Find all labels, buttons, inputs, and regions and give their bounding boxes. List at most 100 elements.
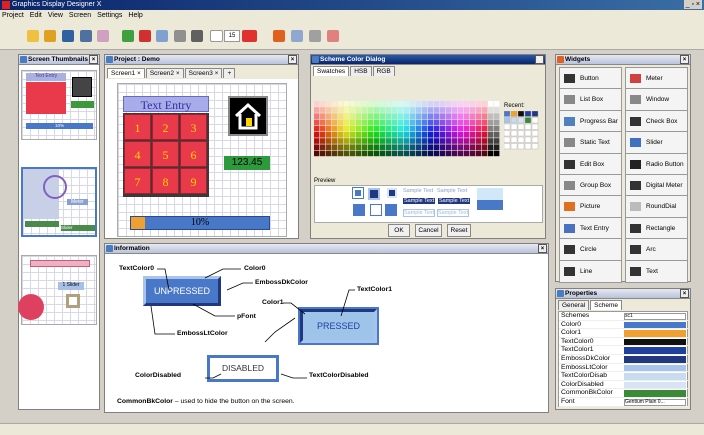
color-swatch[interactable]: [380, 119, 386, 126]
color-swatch[interactable]: [440, 150, 446, 157]
color-swatch[interactable]: [320, 144, 326, 150]
color-swatch[interactable]: [380, 138, 386, 144]
color-swatch[interactable]: [482, 107, 488, 113]
new-project-icon[interactable]: [27, 30, 39, 42]
color-swatch[interactable]: [476, 125, 482, 132]
color-swatch[interactable]: [446, 107, 452, 113]
color-swatch[interactable]: [464, 132, 470, 138]
value-display[interactable]: 123.45: [224, 156, 270, 170]
color-swatch[interactable]: [356, 119, 362, 126]
color-swatch[interactable]: [476, 101, 482, 107]
add-screen-icon[interactable]: [122, 30, 134, 42]
color-swatch[interactable]: [374, 101, 380, 107]
color-swatch[interactable]: [476, 107, 482, 113]
color-swatch[interactable]: [344, 132, 350, 138]
color-swatch[interactable]: [494, 144, 500, 150]
color-swatch[interactable]: [476, 144, 482, 150]
property-color-swatch[interactable]: [624, 364, 686, 372]
color-swatch[interactable]: [350, 119, 356, 126]
color-swatch[interactable]: [452, 107, 458, 113]
color-swatch[interactable]: [470, 113, 476, 119]
color-swatch[interactable]: [356, 125, 362, 132]
color-swatch[interactable]: [398, 107, 404, 113]
delete-icon[interactable]: [327, 30, 339, 42]
tab-scheme[interactable]: Scheme: [590, 300, 622, 310]
ok-button[interactable]: OK: [388, 224, 410, 237]
color-swatch[interactable]: [344, 144, 350, 150]
color-swatch[interactable]: [476, 119, 482, 126]
color-swatch[interactable]: [416, 144, 422, 150]
close-icon[interactable]: ×: [288, 55, 297, 64]
color-swatch[interactable]: [362, 125, 368, 132]
copy-screen-icon[interactable]: [156, 30, 168, 42]
thumbnail-screen3[interactable]: 1 Slider: [18, 255, 97, 325]
color-swatch[interactable]: [416, 119, 422, 126]
color-swatch[interactable]: [398, 101, 404, 107]
widget-picture-button[interactable]: Picture: [559, 195, 622, 219]
widget-button-button[interactable]: Button: [559, 67, 622, 90]
widget-window-button[interactable]: Window: [625, 88, 688, 112]
color-swatch[interactable]: [338, 107, 344, 113]
color-swatch[interactable]: [410, 113, 416, 119]
color-swatch[interactable]: [404, 119, 410, 126]
color-swatch[interactable]: [422, 144, 428, 150]
paste-icon[interactable]: [309, 30, 321, 42]
color-swatch[interactable]: [404, 138, 410, 144]
recent-color-swatch[interactable]: [517, 130, 525, 137]
widget-line-button[interactable]: Line: [559, 259, 622, 283]
menu-view[interactable]: View: [48, 12, 63, 19]
color-swatch[interactable]: [320, 107, 326, 113]
save-as-icon[interactable]: [80, 30, 92, 42]
color-swatch[interactable]: [374, 138, 380, 144]
color-swatch[interactable]: [470, 150, 476, 157]
color-swatch[interactable]: [338, 125, 344, 132]
color-swatch[interactable]: [392, 125, 398, 132]
color-swatch[interactable]: [362, 113, 368, 119]
color-swatch[interactable]: [446, 150, 452, 157]
color-swatch[interactable]: [428, 138, 434, 144]
color-swatch[interactable]: [392, 132, 398, 138]
color-swatch[interactable]: [344, 107, 350, 113]
color-swatch[interactable]: [368, 150, 374, 157]
color-swatch[interactable]: [326, 113, 332, 119]
color-swatch[interactable]: [344, 125, 350, 132]
recent-color-swatch[interactable]: [510, 136, 518, 143]
color-swatch[interactable]: [398, 138, 404, 144]
close-icon[interactable]: ×: [680, 289, 689, 298]
color-swatch[interactable]: [398, 144, 404, 150]
recent-color-swatch[interactable]: [531, 143, 539, 150]
color-swatch[interactable]: [428, 125, 434, 132]
color-swatch[interactable]: [338, 113, 344, 119]
recent-color-swatch[interactable]: [510, 111, 518, 117]
key-4[interactable]: 4: [124, 141, 151, 167]
add-tab-button[interactable]: +: [223, 68, 236, 78]
color-swatch[interactable]: [434, 101, 440, 107]
color-swatch[interactable]: [428, 101, 434, 107]
color-swatch[interactable]: [362, 138, 368, 144]
property-color-swatch[interactable]: [624, 330, 686, 337]
color-swatch[interactable]: [458, 119, 464, 126]
cancel-button[interactable]: Cancel: [415, 224, 442, 237]
home-button[interactable]: [228, 96, 268, 136]
color-swatch[interactable]: [416, 125, 422, 132]
color-swatch[interactable]: [356, 150, 362, 157]
color-swatch[interactable]: [476, 132, 482, 138]
color-swatch[interactable]: [332, 113, 338, 119]
color-swatch[interactable]: [434, 113, 440, 119]
color-swatch[interactable]: [314, 113, 320, 119]
property-row[interactable]: TextColor1: [559, 346, 688, 355]
color-swatch[interactable]: [326, 150, 332, 157]
color-swatch[interactable]: [314, 101, 320, 107]
property-color-swatch[interactable]: [624, 373, 686, 380]
widget-slider-button[interactable]: Slider: [625, 131, 688, 155]
recent-color-swatch[interactable]: [517, 117, 525, 124]
grid-icon[interactable]: [210, 30, 223, 42]
color-swatch[interactable]: [380, 125, 386, 132]
widget-digital-meter-button[interactable]: Digital Meter: [625, 174, 688, 197]
color-swatch[interactable]: [416, 107, 422, 113]
widget-radio-button-button[interactable]: Radio Button: [625, 152, 688, 176]
color-swatch[interactable]: [404, 107, 410, 113]
copy-icon[interactable]: [291, 30, 303, 42]
color-swatch[interactable]: [338, 132, 344, 138]
color-swatch[interactable]: [410, 101, 416, 107]
